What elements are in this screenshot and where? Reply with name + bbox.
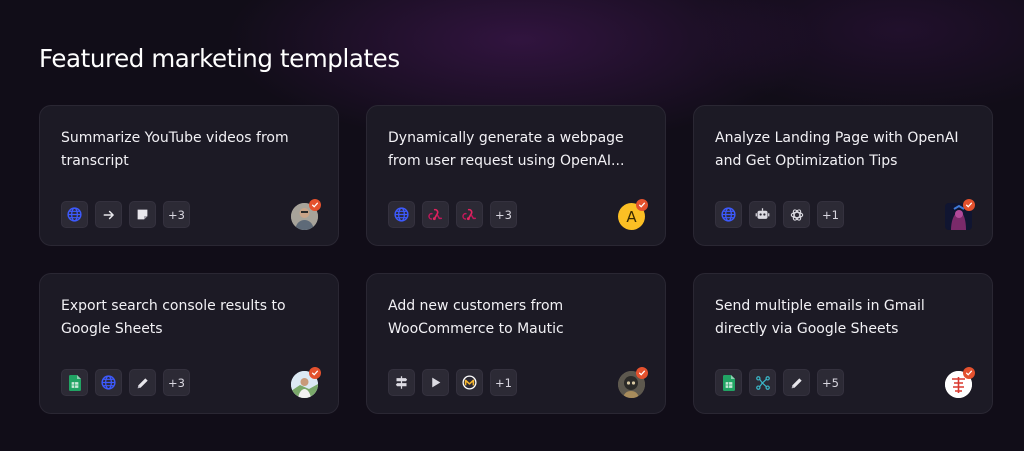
template-title: Add new customers from WooCommerce to Ma… bbox=[388, 298, 564, 337]
more-nodes-count: +3 bbox=[490, 201, 517, 228]
google-sheets-icon bbox=[61, 369, 88, 396]
template-title: Send multiple emails in Gmail directly v… bbox=[715, 298, 925, 337]
creator-avatar bbox=[291, 199, 321, 230]
node-icons: +5 bbox=[715, 369, 844, 396]
globe-icon bbox=[61, 201, 88, 228]
more-nodes-count: +3 bbox=[163, 201, 190, 228]
webhook-icon bbox=[456, 201, 483, 228]
play-icon bbox=[422, 369, 449, 396]
more-nodes-count: +1 bbox=[490, 369, 517, 396]
verified-badge-icon bbox=[636, 199, 648, 211]
template-title: Summarize YouTube videos from transcript bbox=[61, 130, 289, 169]
sticky-note-icon bbox=[129, 201, 156, 228]
globe-icon bbox=[388, 201, 415, 228]
verified-badge-icon bbox=[309, 367, 321, 379]
verified-badge-icon bbox=[309, 199, 321, 211]
template-card[interactable]: Export search console results to Google … bbox=[39, 273, 339, 414]
template-title: Dynamically generate a webpage from user… bbox=[388, 130, 625, 169]
template-title: Analyze Landing Page with OpenAI and Get… bbox=[715, 130, 959, 169]
globe-icon bbox=[715, 201, 742, 228]
signpost-icon bbox=[388, 369, 415, 396]
globe-icon bbox=[95, 369, 122, 396]
more-nodes-count: +3 bbox=[163, 369, 190, 396]
verified-badge-icon bbox=[963, 199, 975, 211]
verified-badge-icon bbox=[636, 367, 648, 379]
creator-avatar: A bbox=[618, 199, 648, 230]
node-icons: +3 bbox=[388, 201, 517, 228]
page: Featured marketing templates Summarize Y… bbox=[0, 0, 1024, 451]
split-flow-icon bbox=[749, 369, 776, 396]
node-icons: +3 bbox=[61, 201, 190, 228]
node-icons: +3 bbox=[61, 369, 190, 396]
pencil-icon bbox=[783, 369, 810, 396]
creator-avatar bbox=[945, 199, 975, 230]
openai-icon bbox=[783, 201, 810, 228]
webhook-icon bbox=[422, 201, 449, 228]
template-card[interactable]: Summarize YouTube videos from transcript… bbox=[39, 105, 339, 246]
more-nodes-count: +5 bbox=[817, 369, 844, 396]
robot-icon bbox=[749, 201, 776, 228]
template-card[interactable]: Dynamically generate a webpage from user… bbox=[366, 105, 666, 246]
creator-avatar bbox=[291, 367, 321, 398]
node-icons: +1 bbox=[715, 201, 844, 228]
pencil-icon bbox=[129, 369, 156, 396]
template-card[interactable]: Analyze Landing Page with OpenAI and Get… bbox=[693, 105, 993, 246]
template-card[interactable]: Send multiple emails in Gmail directly v… bbox=[693, 273, 993, 414]
verified-badge-icon bbox=[963, 367, 975, 379]
templates-grid: Summarize YouTube videos from transcript… bbox=[0, 0, 1024, 451]
template-card[interactable]: Add new customers from WooCommerce to Ma… bbox=[366, 273, 666, 414]
creator-avatar bbox=[945, 367, 975, 398]
more-nodes-count: +1 bbox=[817, 201, 844, 228]
node-icons: +1 bbox=[388, 369, 517, 396]
creator-avatar bbox=[618, 367, 648, 398]
google-sheets-icon bbox=[715, 369, 742, 396]
mautic-icon bbox=[456, 369, 483, 396]
arrow-right-icon bbox=[95, 201, 122, 228]
template-title: Export search console results to Google … bbox=[61, 298, 286, 337]
